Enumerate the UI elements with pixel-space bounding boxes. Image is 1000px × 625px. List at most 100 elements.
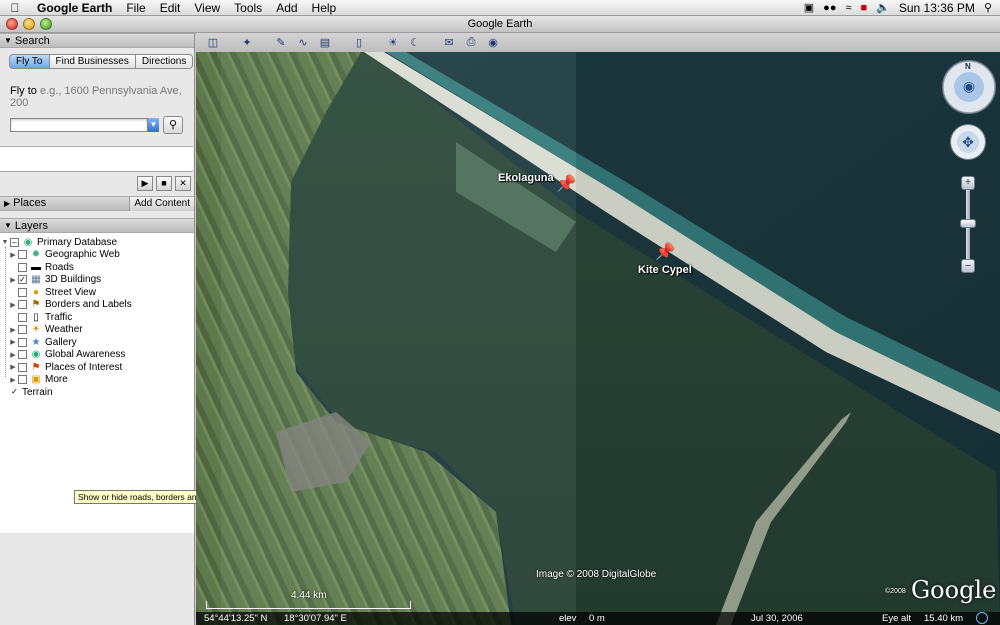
menu-add[interactable]: Add (269, 1, 304, 15)
zoom-out-button[interactable]: – (961, 259, 975, 273)
sync-icon[interactable]: ●● (823, 2, 836, 14)
menu-file[interactable]: File (119, 1, 152, 15)
layer-3d-buildings[interactable]: ▶ ✓ ▦ 3D Buildings (0, 274, 194, 287)
menu-help[interactable]: Help (305, 1, 344, 15)
layer-checkbox[interactable] (18, 325, 27, 335)
expand-arrow-icon[interactable]: ▶ (8, 338, 18, 346)
layer-checkbox[interactable] (18, 337, 27, 347)
layer-street-view[interactable]: ● Street View (0, 286, 194, 299)
layer-primary-database[interactable]: ▼ – ◉ Primary Database (0, 236, 194, 249)
wifi-icon[interactable]: ≈ (845, 2, 851, 14)
sunlight-icon[interactable]: ☀ (384, 35, 402, 50)
expand-arrow-icon[interactable]: ▶ (8, 376, 18, 384)
volume-icon[interactable]: 🔈 (876, 1, 890, 14)
ruler-icon[interactable]: ▯ (350, 35, 368, 50)
email-icon[interactable]: ✉ (440, 35, 458, 50)
streaming-globe-icon (976, 612, 988, 624)
geographic-web-icon: ✹ (31, 249, 41, 261)
add-polygon-icon[interactable]: ✎ (272, 35, 290, 50)
flag-icon[interactable]: ■ (861, 2, 868, 14)
zoom-slider-thumb[interactable] (960, 219, 976, 228)
apple-icon[interactable]:  (0, 1, 30, 15)
expand-arrow-icon[interactable]: ▶ (8, 301, 18, 309)
weather-sun-icon: ☀ (31, 324, 41, 336)
layer-more[interactable]: ▶ ▣ More (0, 374, 194, 387)
menu-tools[interactable]: Tools (227, 1, 269, 15)
add-content-button[interactable]: Add Content (129, 196, 194, 211)
search-results-list[interactable] (0, 146, 193, 172)
tab-fly-to[interactable]: Fly To (9, 54, 50, 69)
layer-label: Traffic (45, 311, 73, 323)
layer-label: Global Awareness (45, 349, 126, 361)
sky-icon[interactable]: ☾ (406, 35, 424, 50)
google-maps-icon[interactable]: ◉ (484, 35, 502, 50)
layer-label: 3D Buildings (45, 274, 102, 286)
layer-checkbox[interactable] (18, 250, 27, 260)
layer-checkbox[interactable]: ✓ (18, 275, 27, 285)
eye-icon: ◉ (962, 78, 976, 94)
layer-global-awareness[interactable]: ▶ ◉ Global Awareness (0, 349, 194, 362)
menu-app-name[interactable]: Google Earth (30, 1, 119, 15)
layer-gallery[interactable]: ▶ ★ Gallery (0, 336, 194, 349)
layer-places-of-interest[interactable]: ▶ ⚑ Places of Interest (0, 361, 194, 374)
window-close-button[interactable] (6, 18, 18, 30)
placemark-label-ekolaguna[interactable]: Ekolaguna (498, 172, 554, 184)
tab-directions[interactable]: Directions (135, 54, 194, 69)
fly-to-input[interactable] (10, 118, 148, 132)
layer-weather[interactable]: ▶ ☀ Weather (0, 324, 194, 337)
layers-panel-header[interactable]: ▼ Layers (0, 218, 194, 233)
layer-checkbox[interactable] (18, 312, 27, 322)
fly-to-history-dropdown[interactable]: ▼ (148, 118, 159, 132)
add-placemark-icon[interactable]: ✦ (238, 35, 256, 50)
add-overlay-icon[interactable]: ▤ (316, 35, 334, 50)
layer-geographic-web[interactable]: ▶ ✹ Geographic Web (0, 249, 194, 262)
layer-checkbox[interactable] (18, 375, 27, 385)
screen-icon[interactable]: ▣ (804, 1, 814, 14)
menu-view[interactable]: View (187, 1, 227, 15)
expand-arrow-icon[interactable]: ▶ (8, 351, 18, 359)
layer-checkbox[interactable] (18, 350, 27, 360)
layer-checkbox[interactable] (18, 300, 27, 310)
layer-terrain[interactable]: ✓ Terrain (0, 386, 194, 399)
layer-borders-labels[interactable]: ▶ ⚑ Borders and Labels (0, 299, 194, 312)
layer-roads[interactable]: ▬ Roads (0, 261, 194, 274)
expand-arrow-icon[interactable]: ▶ (8, 276, 18, 284)
move-control[interactable]: ✥ (950, 124, 986, 160)
expand-arrow-icon[interactable]: ▼ (0, 239, 10, 246)
latitude-readout: 54°44'13.25" N (204, 613, 268, 624)
toolbar: ◫ ✦ ✎ ∿ ▤ ▯ ☀ ☾ ✉ ⎙ ◉ (196, 33, 1000, 52)
pushpin-icon[interactable]: 📌 (655, 242, 675, 262)
layer-checkbox[interactable] (18, 262, 27, 272)
print-icon[interactable]: ⎙ (462, 35, 480, 50)
layer-checkbox[interactable] (18, 287, 27, 297)
placemark-label-kite-cypel[interactable]: Kite Cypel (638, 264, 692, 276)
layer-checkbox[interactable]: – (10, 237, 19, 247)
expand-arrow-icon[interactable]: ▶ (8, 251, 18, 259)
search-begin-button[interactable]: ⚲ (163, 116, 183, 134)
menu-edit[interactable]: Edit (153, 1, 188, 15)
layer-checkbox[interactable]: ✓ (10, 387, 19, 397)
menubar-clock[interactable]: Sun 13:36 PM (899, 1, 975, 15)
spotlight-icon[interactable]: ⚲ (984, 1, 992, 14)
layer-traffic[interactable]: ▯ Traffic (0, 311, 194, 324)
places-panel-header[interactable]: ▶ Places Add Content (0, 196, 194, 211)
window-minimize-button[interactable] (23, 18, 35, 30)
north-indicator-icon[interactable]: N (965, 62, 971, 71)
3d-viewer[interactable]: Ekolaguna 📌 📌 Kite Cypel N ◉ ✥ + – Image… (196, 52, 1000, 625)
clear-search-button[interactable]: ✕ (175, 176, 191, 191)
magnifier-icon: ⚲ (168, 119, 178, 131)
zoom-in-button[interactable]: + (961, 176, 975, 190)
play-tour-button[interactable]: ▶ (137, 176, 153, 191)
window-zoom-button[interactable] (40, 18, 52, 30)
tab-find-businesses[interactable]: Find Businesses (49, 54, 136, 69)
pushpin-icon[interactable]: 📌 (556, 174, 576, 194)
expand-arrow-icon[interactable]: ▶ (8, 326, 18, 334)
add-path-icon[interactable]: ∿ (294, 35, 312, 50)
expand-arrow-icon[interactable]: ▶ (8, 363, 18, 371)
google-logo: Google (911, 576, 997, 604)
sidebar-toggle-icon[interactable]: ◫ (204, 35, 222, 50)
search-panel-header[interactable]: ▼ Search (0, 33, 194, 48)
look-around-control[interactable]: N ◉ (942, 60, 996, 114)
stop-tour-button[interactable]: ■ (156, 176, 172, 191)
layer-checkbox[interactable] (18, 362, 27, 372)
